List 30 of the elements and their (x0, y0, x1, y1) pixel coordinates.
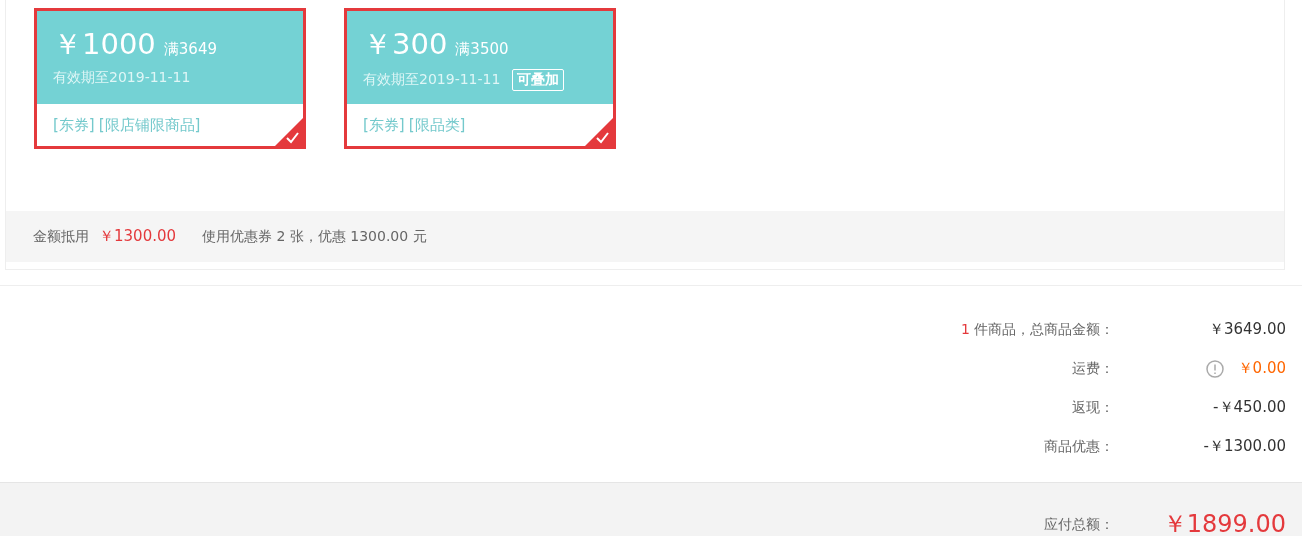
coupon-tag: [限品类] (408, 115, 466, 135)
summary-text: 使用优惠券 2 张，优惠 1300.00 元 (202, 227, 427, 246)
selected-check-icon (275, 118, 303, 146)
total-label: 件商品，总商品金额： (974, 320, 1114, 339)
summary-label: 金额抵用 (33, 227, 89, 246)
coupon-card[interactable]: ￥300 满3500 有效期至2019-11-11 可叠加 [东券] [限品类] (344, 8, 616, 149)
coupon-validity: 有效期至2019-11-11 (363, 71, 501, 89)
total-value: ￥3649.00 (1208, 320, 1286, 339)
total-label: 商品优惠： (1044, 437, 1114, 456)
total-value: -￥1300.00 (1203, 437, 1286, 456)
payable-amount: ￥1899.00 (1161, 509, 1286, 536)
payable-label: 应付总额： (1044, 516, 1114, 534)
selected-check-icon (585, 118, 613, 146)
total-label: 运费： (1072, 359, 1114, 378)
total-value: -￥450.00 (1213, 398, 1286, 417)
stackable-badge: 可叠加 (512, 69, 565, 91)
coupon-condition: 满3500 (455, 40, 509, 59)
coupon-card[interactable]: ￥1000 满3649 有效期至2019-11-11 [东券] [限店铺限商品] (34, 8, 306, 149)
summary-amount: ￥1300.00 (99, 227, 177, 246)
coupon-tag: [东券] (53, 115, 95, 135)
coupon-amount: ￥300 (363, 26, 448, 63)
total-value: ￥0.00 (1237, 359, 1286, 378)
coupon-tag: [限店铺限商品] (98, 115, 201, 135)
info-icon[interactable] (1205, 359, 1224, 378)
coupon-amount: ￥1000 (53, 26, 156, 63)
coupon-condition: 满3649 (163, 40, 217, 59)
coupon-tag: [东券] (363, 115, 405, 135)
coupon-validity: 有效期至2019-11-11 (53, 69, 191, 87)
total-label: 返现： (1072, 398, 1114, 417)
item-count: 1 (961, 320, 970, 339)
